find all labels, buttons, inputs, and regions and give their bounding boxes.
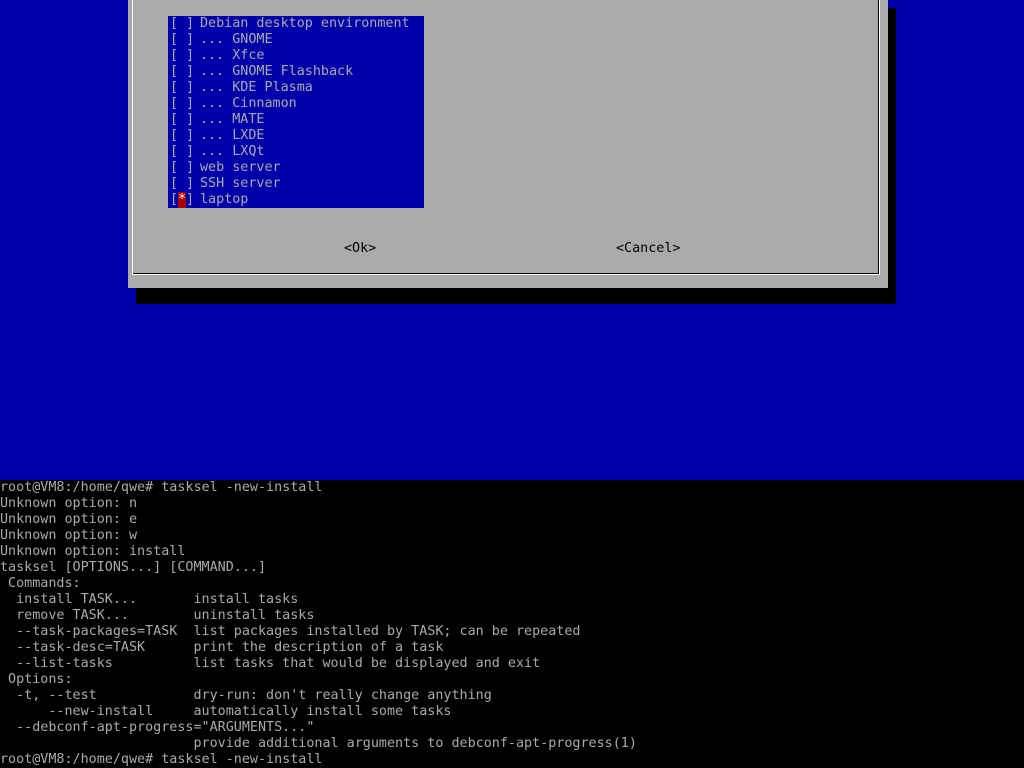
checkbox-open-bracket: [ [170,16,179,31]
checkbox-mark[interactable] [178,176,186,192]
task-label: ... Cinnamon [200,96,297,111]
checkbox-mark[interactable] [178,32,186,48]
task-checklist[interactable]: [ ] Debian desktop environment [ ] ... GNO… [168,16,424,208]
task-item-gnome-flashback[interactable]: [ ] ... GNOME Flashback [168,64,424,80]
task-item-cinnamon[interactable]: [ ] ... Cinnamon [168,96,424,112]
checkbox-mark[interactable] [178,48,186,64]
checkbox-close-bracket: ] [186,192,195,207]
checkbox-close-bracket: ] [186,16,195,31]
task-item-lxqt[interactable]: [ ] ... LXQt [168,144,424,160]
checkbox-open-bracket: [ [170,64,179,79]
task-item-ssh-server[interactable]: [ ] SSH server [168,176,424,192]
checkbox-open-bracket: [ [170,112,179,127]
checkbox-open-bracket: [ [170,96,179,111]
checkbox-open-bracket: [ [170,128,179,143]
terminal-line: Unknown option: install [0,544,186,559]
task-label: Debian desktop environment [200,16,410,31]
cancel-button[interactable]: <Cancel> [616,240,681,258]
checkbox-open-bracket: [ [170,80,179,95]
terminal-line: -t, --test dry-run: don't really change … [0,688,492,703]
checkbox-mark[interactable] [178,160,186,176]
terminal-line: --task-desc=TASK print the description o… [0,640,444,655]
checkbox-mark[interactable] [178,144,186,160]
checkbox-mark[interactable] [178,64,186,80]
checkbox-open-bracket: [ [170,32,179,47]
checkbox-open-bracket: [ [170,192,179,207]
task-item-kde-plasma[interactable]: [ ] ... KDE Plasma [168,80,424,96]
terminal-line: --new-install automatically install some… [0,704,452,719]
terminal-line: Unknown option: w [0,528,138,543]
checkbox-close-bracket: ] [186,128,195,143]
terminal-line: --task-packages=TASK list packages insta… [0,624,581,639]
task-label: ... GNOME [200,32,273,47]
tasksel-background: [ ] Debian desktop environment [ ] ... GNO… [0,0,1024,480]
checkbox-close-bracket: ] [186,48,195,63]
task-item-xfce[interactable]: [ ] ... Xfce [168,48,424,64]
terminal-line: --list-tasks list tasks that would be di… [0,656,541,671]
task-label: ... KDE Plasma [200,80,313,95]
terminal-line: Options: [0,672,73,687]
task-label: web server [200,160,281,175]
screen: [ ] Debian desktop environment [ ] ... GNO… [0,0,1024,768]
task-label: ... GNOME Flashback [200,64,354,79]
terminal-line-prompt[interactable]: root@VM8:/home/qwe# tasksel -new-install [0,752,322,768]
checkbox-close-bracket: ] [186,112,195,127]
task-label: ... MATE [200,112,265,127]
terminal-line: remove TASK... uninstall tasks [0,608,315,623]
ok-button[interactable]: <Ok> [344,240,376,258]
terminal-line: --debconf-apt-progress="ARGUMENTS..." [0,720,315,735]
terminal-line: Commands: [0,576,81,591]
terminal-line-prompt: root@VM8:/home/qwe# tasksel -new-install [0,480,323,495]
checkbox-mark-selected[interactable]: * [178,192,186,208]
task-label: SSH server [200,176,281,191]
task-label: ... Xfce [200,48,265,63]
terminal-line: install TASK... install tasks [0,592,299,607]
checkbox-close-bracket: ] [186,96,195,111]
checkbox-mark[interactable] [178,128,186,144]
terminal-line: tasksel [OPTIONS...] [COMMAND...] [0,560,267,575]
task-label: ... LXQt [200,144,265,159]
task-item-lxde[interactable]: [ ] ... LXDE [168,128,424,144]
checkbox-open-bracket: [ [170,160,179,175]
task-item-web-server[interactable]: [ ] web server [168,160,424,176]
checkbox-mark[interactable] [178,96,186,112]
checkbox-close-bracket: ] [186,64,195,79]
checkbox-mark[interactable] [178,16,186,32]
terminal-line: provide additional arguments to debconf-… [0,736,637,751]
task-item-debian-desktop[interactable]: [ ] Debian desktop environment [168,16,424,32]
terminal-output: root@VM8:/home/qwe# tasksel -new-install… [0,480,1024,768]
checkbox-close-bracket: ] [186,176,195,191]
checkbox-mark[interactable] [178,112,186,128]
checkbox-open-bracket: [ [170,176,179,191]
checkbox-open-bracket: [ [170,144,179,159]
checkbox-open-bracket: [ [170,48,179,63]
task-item-mate[interactable]: [ ] ... MATE [168,112,424,128]
checkbox-close-bracket: ] [186,144,195,159]
checkbox-close-bracket: ] [186,160,195,175]
task-item-laptop[interactable]: [*] laptop [168,192,424,208]
checkbox-close-bracket: ] [186,80,195,95]
task-label: ... LXDE [200,128,265,143]
terminal-line: Unknown option: n [0,496,138,511]
terminal-line: Unknown option: e [0,512,138,527]
task-item-gnome[interactable]: [ ] ... GNOME [168,32,424,48]
task-label: laptop [200,192,249,207]
checkbox-close-bracket: ] [186,32,195,47]
checkbox-mark[interactable] [178,80,186,96]
